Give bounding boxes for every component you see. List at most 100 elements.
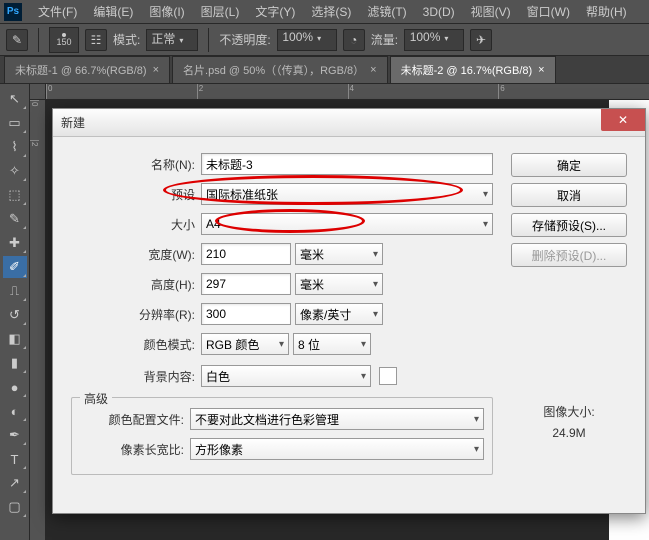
- menu-file[interactable]: 文件(F): [30, 1, 85, 22]
- menu-3d[interactable]: 3D(D): [415, 3, 463, 21]
- size-label: 大小: [71, 216, 197, 233]
- chevron-down-icon: ▾: [361, 371, 366, 382]
- brush-tool[interactable]: ✐: [3, 256, 27, 278]
- preset-value: 国际标准纸张: [206, 186, 278, 203]
- crop-tool[interactable]: ⬚: [3, 184, 27, 206]
- tool-preset-icon[interactable]: ✎: [6, 29, 28, 51]
- flow-label: 流量:: [371, 31, 398, 48]
- airbrush-icon[interactable]: ✈: [470, 29, 492, 51]
- dodge-tool[interactable]: ◐: [3, 400, 27, 422]
- dialog-title-bar[interactable]: 新建: [53, 109, 645, 137]
- ok-button[interactable]: 确定: [511, 153, 627, 177]
- menu-view[interactable]: 视图(V): [463, 1, 519, 22]
- toolbox: ↖ ▭ ⌇ ✧ ⬚ ✎ ✚ ✐ ⎍ ↺ ◧ ▮ ● ◐ ✒ T ↗ ▢: [0, 84, 30, 540]
- wand-tool[interactable]: ✧: [3, 160, 27, 182]
- brush-preset[interactable]: 150: [49, 27, 79, 53]
- path-tool[interactable]: ↗: [3, 472, 27, 494]
- ruler-tick: 0: [46, 84, 197, 99]
- width-input[interactable]: [201, 243, 291, 265]
- menu-select[interactable]: 选择(S): [303, 1, 359, 22]
- ruler-tick: 4: [348, 84, 499, 99]
- pen-tool[interactable]: ✒: [3, 424, 27, 446]
- close-icon[interactable]: ×: [153, 64, 159, 76]
- advanced-label: 高级: [80, 390, 112, 407]
- opacity-select[interactable]: 100%▾: [277, 29, 337, 51]
- history-brush-tool[interactable]: ↺: [3, 304, 27, 326]
- color-mode-select[interactable]: RGB 颜色▾: [201, 333, 289, 355]
- save-preset-button[interactable]: 存储预设(S)...: [511, 213, 627, 237]
- app-logo: Ps: [4, 3, 22, 21]
- lasso-tool[interactable]: ⌇: [3, 136, 27, 158]
- pressure-opacity-icon[interactable]: ◔: [343, 29, 365, 51]
- chevron-down-icon: ▾: [361, 339, 366, 350]
- aspect-value: 方形像素: [195, 441, 243, 458]
- new-document-dialog: 新建 ✕ 名称(N): 预设 国际标准纸张▾ 大小 A4▾ 宽度(W): 毫米▾…: [52, 108, 646, 514]
- marquee-tool[interactable]: ▭: [3, 112, 27, 134]
- preset-label: 预设: [71, 186, 197, 203]
- delete-preset-button[interactable]: 删除预设(D)...: [511, 243, 627, 267]
- separator: [208, 28, 209, 52]
- type-tool[interactable]: T: [3, 448, 27, 470]
- menu-window[interactable]: 窗口(W): [519, 1, 578, 22]
- close-button[interactable]: ✕: [601, 109, 645, 131]
- move-tool[interactable]: ↖: [3, 88, 27, 110]
- opacity-value: 100%: [282, 30, 313, 44]
- resolution-label: 分辨率(R):: [71, 306, 197, 323]
- resolution-unit-select[interactable]: 像素/英寸▾: [295, 303, 383, 325]
- menu-image[interactable]: 图像(I): [141, 1, 192, 22]
- unit-value: 毫米: [300, 276, 324, 293]
- size-select[interactable]: A4 ▾: [201, 213, 493, 235]
- aspect-select[interactable]: 方形像素▾: [190, 438, 484, 460]
- width-unit-select[interactable]: 毫米▾: [295, 243, 383, 265]
- flow-select[interactable]: 100%▾: [404, 29, 464, 51]
- height-unit-select[interactable]: 毫米▾: [295, 273, 383, 295]
- ruler-tick: 2: [30, 140, 39, 180]
- name-input[interactable]: [201, 153, 493, 175]
- preset-select[interactable]: 国际标准纸张 ▾: [201, 183, 493, 205]
- doc-tab-3[interactable]: 未标题-2 @ 16.7%(RGB/8) ×: [390, 56, 556, 83]
- advanced-fieldset: 高级 颜色配置文件: 不要对此文档进行色彩管理▾ 像素长宽比: 方形像素▾: [71, 397, 493, 475]
- menu-filter[interactable]: 滤镜(T): [359, 1, 414, 22]
- chevron-down-icon: ▾: [373, 249, 378, 260]
- depth-value: 8 位: [298, 336, 320, 353]
- menu-layer[interactable]: 图层(L): [193, 1, 248, 22]
- chevron-down-icon: ▾: [483, 219, 488, 230]
- image-size-label: 图像大小:: [511, 403, 627, 420]
- heal-tool[interactable]: ✚: [3, 232, 27, 254]
- eyedropper-tool[interactable]: ✎: [3, 208, 27, 230]
- close-icon[interactable]: ×: [370, 64, 376, 76]
- color-mode-label: 颜色模式:: [71, 336, 197, 353]
- resolution-input[interactable]: [201, 303, 291, 325]
- dialog-title: 新建: [61, 114, 85, 131]
- height-input[interactable]: [201, 273, 291, 295]
- background-select[interactable]: 白色▾: [201, 365, 371, 387]
- shape-tool[interactable]: ▢: [3, 496, 27, 518]
- flow-value: 100%: [410, 30, 441, 44]
- menu-help[interactable]: 帮助(H): [578, 1, 635, 22]
- tab-label: 未标题-1 @ 66.7%(RGB/8): [15, 62, 147, 78]
- profile-select[interactable]: 不要对此文档进行色彩管理▾: [190, 408, 484, 430]
- chevron-down-icon: ▾: [179, 36, 183, 45]
- profile-label: 颜色配置文件:: [80, 411, 186, 428]
- background-swatch[interactable]: [379, 367, 397, 385]
- chevron-down-icon: ▾: [483, 189, 488, 200]
- size-value: A4: [206, 217, 221, 231]
- close-icon[interactable]: ×: [538, 64, 544, 76]
- mode-value: 正常: [151, 32, 175, 46]
- gradient-tool[interactable]: ▮: [3, 352, 27, 374]
- tab-label: 未标题-2 @ 16.7%(RGB/8): [401, 62, 533, 78]
- cancel-button[interactable]: 取消: [511, 183, 627, 207]
- eraser-tool[interactable]: ◧: [3, 328, 27, 350]
- profile-value: 不要对此文档进行色彩管理: [195, 411, 339, 428]
- brush-panel-icon[interactable]: ☷: [85, 29, 107, 51]
- menu-edit[interactable]: 编辑(E): [85, 1, 141, 22]
- blur-tool[interactable]: ●: [3, 376, 27, 398]
- bit-depth-select[interactable]: 8 位 ▾: [293, 333, 371, 355]
- menu-type[interactable]: 文字(Y): [247, 1, 303, 22]
- doc-tab-1[interactable]: 未标题-1 @ 66.7%(RGB/8) ×: [4, 56, 170, 83]
- doc-tab-2[interactable]: 名片.psd @ 50%（（传真），RGB/8）×: [172, 56, 388, 83]
- background-label: 背景内容:: [71, 368, 197, 385]
- aspect-label: 像素长宽比:: [80, 441, 186, 458]
- mode-select[interactable]: 正常 ▾: [146, 29, 198, 51]
- stamp-tool[interactable]: ⎍: [3, 280, 27, 302]
